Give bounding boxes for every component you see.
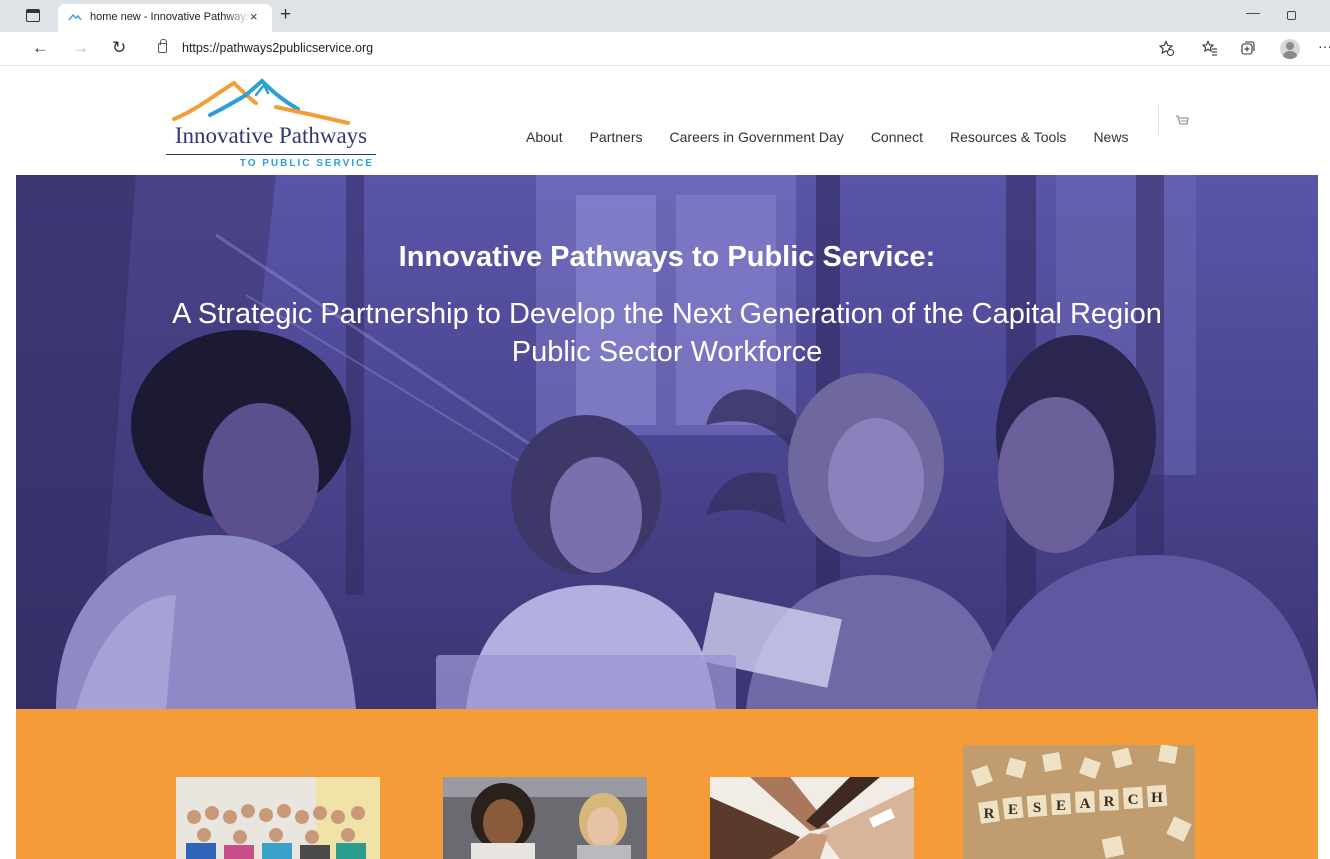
reload-button[interactable]: ↻ (112, 38, 126, 58)
collections-icon[interactable] (1240, 40, 1256, 56)
tab-actions-icon[interactable] (26, 9, 40, 22)
more-options-icon[interactable]: ··· (1318, 38, 1330, 54)
logo-title: Innovative Pathways (174, 123, 368, 148)
minimize-window-button[interactable]: — (1246, 4, 1260, 20)
browser-tab[interactable]: home new - Innovative Pathways × (58, 4, 272, 32)
hands-photo-card[interactable] (710, 777, 914, 859)
group-photo (176, 777, 380, 859)
feature-band: R E S E A R C H (16, 709, 1318, 859)
main-navigation: About Partners Careers in Government Day… (526, 129, 1128, 149)
nav-partners[interactable]: Partners (590, 129, 643, 149)
meeting-photo (443, 777, 647, 859)
tab-title: home new - Innovative Pathways (90, 11, 250, 23)
tile-letter: H (1151, 790, 1163, 806)
meeting-photo-card[interactable] (443, 777, 647, 859)
site-logo[interactable]: Innovative Pathways TO PUBLIC SERVICE (164, 75, 378, 171)
research-tiles-card[interactable]: R E S E A R C H (963, 745, 1195, 859)
new-tab-button[interactable]: + (280, 4, 291, 26)
tile-letter: A (1080, 796, 1091, 812)
tile-letter: R (1104, 794, 1115, 810)
page-scrollbar[interactable] (1318, 67, 1330, 859)
browser-tab-bar: home new - Innovative Pathways × + — (0, 0, 1330, 32)
profile-icon[interactable] (1280, 39, 1300, 59)
research-tiles-photo: R E S E A R C H (963, 745, 1195, 859)
url-text: https://pathways2publicservice.org (182, 41, 374, 55)
group-photo-card[interactable] (176, 777, 380, 859)
site-favicon-icon (68, 13, 82, 21)
favorites-icon[interactable] (1202, 40, 1218, 56)
tile-letter: E (1008, 802, 1018, 818)
address-bar[interactable]: https://pathways2publicservice.org (146, 36, 1144, 62)
logo-subtitle: TO PUBLIC SERVICE (239, 158, 374, 169)
tile-letter: S (1033, 800, 1041, 816)
hero-subtitle: A Strategic Partnership to Develop the N… (172, 298, 1162, 368)
logo-divider (166, 154, 376, 155)
nav-resources-tools[interactable]: Resources & Tools (950, 129, 1066, 149)
hero-title: Innovative Pathways to Public Service: (398, 241, 936, 273)
nav-connect[interactable]: Connect (871, 129, 923, 149)
restore-window-button[interactable] (1287, 11, 1296, 20)
close-tab-icon[interactable]: × (250, 9, 258, 24)
lock-icon (158, 39, 167, 53)
hands-photo (710, 777, 914, 859)
tile-letter: C (1128, 792, 1139, 808)
address-bar-row: ← → ↻ https://pathways2publicservice.org… (0, 32, 1330, 66)
nav-news[interactable]: News (1093, 129, 1128, 149)
back-button[interactable]: ← (32, 38, 49, 58)
tile-letter: R (984, 806, 995, 822)
nav-careers-in-government-day[interactable]: Careers in Government Day (670, 129, 844, 149)
favorites-add-icon[interactable] (1158, 40, 1174, 56)
mountains-logo-icon (172, 78, 350, 125)
hero-banner: Innovative Pathways to Public Service: A… (16, 175, 1318, 709)
site-header: Innovative Pathways TO PUBLIC SERVICE Ab… (16, 67, 1318, 175)
forward-button[interactable]: → (72, 38, 89, 58)
nav-about[interactable]: About (526, 129, 563, 149)
cart-icon[interactable] (1174, 113, 1190, 129)
tile-letter: E (1056, 798, 1066, 814)
nav-divider (1158, 105, 1159, 135)
